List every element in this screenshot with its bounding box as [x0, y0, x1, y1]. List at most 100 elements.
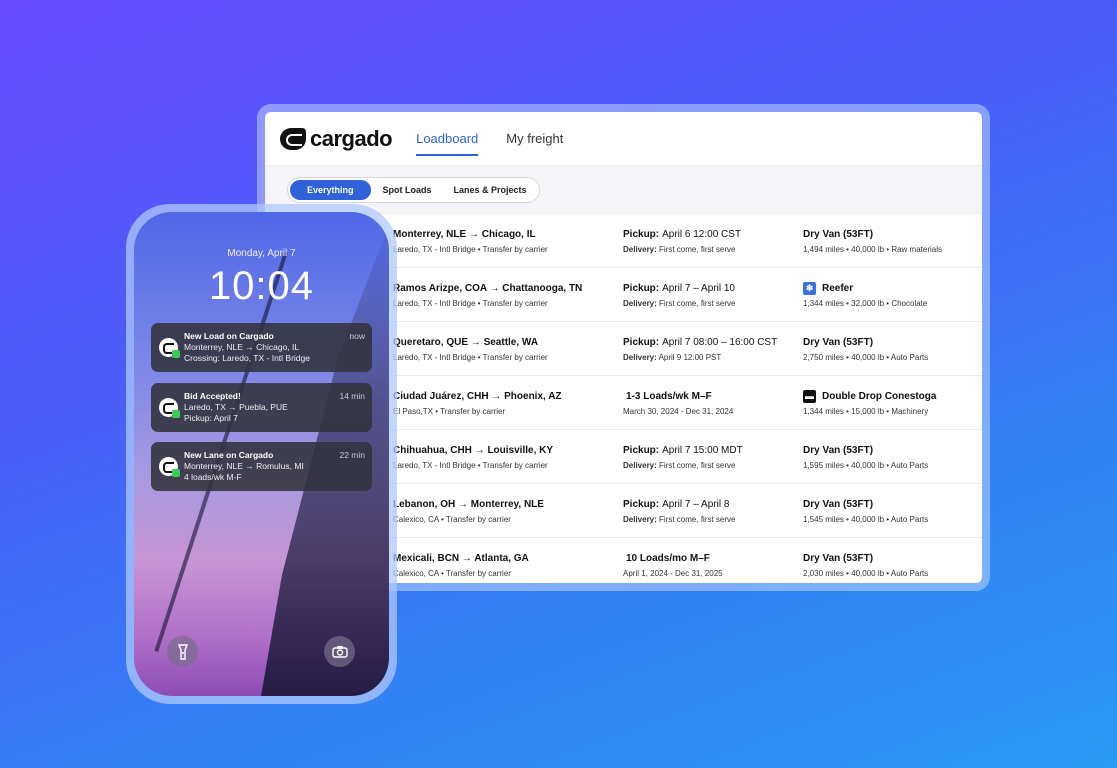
- route-column: Ciudad Juárez, CHH → Phoenix, AZ El Paso,…: [393, 389, 562, 417]
- notification-route: Monterrey, NLE → Chicago, IL: [184, 342, 300, 352]
- pickup-value: April 7 08:00 – 16:00 CST: [662, 336, 778, 348]
- pickup-value: April 7 15:00 MDT: [662, 444, 743, 456]
- schedule-column: Pickup: April 7 – April 10 Delivery: Firs…: [623, 281, 736, 309]
- route-column: Chihuahua, CHH → Louisville, KY Laredo, T…: [393, 443, 554, 471]
- load-details: 1,494 miles • 40,000 lb • Raw materials: [803, 245, 942, 254]
- route-text: Monterrey, NLE → Chicago, IL: [393, 228, 536, 240]
- notification-route: Laredo, TX → Puebla, PUE: [184, 402, 288, 412]
- equipment-type: Dry Van (53FT): [803, 552, 874, 564]
- route-text: Mexicali, BCN → Atlanta, GA: [393, 552, 529, 564]
- equipment-column: Dry Van (53FT) 2,030 miles • 40,000 lb • …: [803, 551, 929, 579]
- delivery-value: April 9 12:00 PST: [658, 353, 722, 362]
- cargado-app-icon: [159, 457, 180, 477]
- route-text: Lebanon, OH → Monterrey, NLE: [393, 498, 544, 510]
- equipment-column: Dry Van (53FT) 2,750 miles • 40,000 lb • …: [803, 335, 929, 363]
- load-details: 1,595 miles • 40,000 lb • Auto Parts: [803, 461, 929, 470]
- notification-detail: Crossing: Laredo, TX - Intl Bridge: [184, 353, 310, 363]
- schedule-column: Pickup: April 6 12:00 CST Delivery: First…: [623, 227, 741, 255]
- logo-text: cargado: [310, 125, 393, 151]
- notification-detail: Pickup: April 7: [184, 413, 238, 423]
- notification-new-load[interactable]: New Load on Cargado now Monterrey, NLE →…: [151, 323, 372, 372]
- tab-loadboard[interactable]: Loadboard: [416, 112, 479, 166]
- delivery-value: First come, first serve: [659, 299, 736, 308]
- cargado-app-icon: [159, 398, 180, 418]
- notification-time: now: [349, 331, 365, 341]
- equipment-type: Double Drop Conestoga: [822, 390, 937, 402]
- equipment-column: ❄ Reefer 1,344 miles • 32,000 lb • Chocola…: [803, 281, 927, 308]
- tab-my-freight[interactable]: My freight: [506, 112, 563, 166]
- notification-time: 14 min: [339, 391, 365, 401]
- equipment-type: Dry Van (53FT): [803, 228, 874, 240]
- notification-bid-accepted[interactable]: Bid Accepted! 14 min Laredo, TX → Puebla…: [151, 383, 372, 432]
- pickup-label: Pickup:: [623, 282, 660, 294]
- crossing-text: Calexico, CA • Transfer by carrier: [393, 515, 511, 524]
- equipment-type: Dry Van (53FT): [803, 498, 874, 510]
- delivery-value: First come, first serve: [659, 245, 736, 254]
- route-text: Chihuahua, CHH → Louisville, KY: [393, 444, 554, 456]
- delivery-value: April 1, 2024 - Dec 31, 2025: [623, 569, 723, 578]
- route-text: Ramos Arizpe, COA → Chattanooga, TN: [393, 282, 583, 294]
- load-type-filter: Everything Spot Loads Lanes & Projects: [287, 176, 540, 203]
- lock-screen-date: Monday, April 7: [227, 248, 296, 259]
- pickup-value: April 7 – April 8: [662, 498, 730, 510]
- top-bar: cargado Loadboard My freight: [265, 112, 982, 166]
- phone-lock-screen: Monday, April 7 10:04 New Load on Cargad…: [134, 212, 389, 696]
- schedule-column: 10 Loads/mo M–F April 1, 2024 - Dec 31, …: [623, 551, 723, 579]
- pickup-value: 10 Loads/mo M–F: [626, 552, 710, 564]
- pickup-value: 1-3 Loads/wk M–F: [626, 390, 712, 402]
- phone-frame: Monday, April 7 10:04 New Load on Cargad…: [126, 204, 397, 704]
- crossing-text: El Paso,TX • Transfer by carrier: [393, 407, 506, 416]
- load-details: 1,545 miles • 40,000 lb • Auto Parts: [803, 515, 929, 524]
- load-details: 1,344 miles • 15,000 lb • Machinery: [803, 407, 929, 416]
- delivery-label: Delivery:: [623, 353, 657, 362]
- route-column: Queretaro, QUE → Seattle, WA Laredo, TX -…: [393, 335, 548, 363]
- crossing-text: Laredo, TX - Intl Bridge • Transfer by c…: [393, 461, 548, 470]
- equipment-type: Dry Van (53FT): [803, 444, 874, 456]
- notification-title: New Lane on Cargado: [184, 450, 274, 460]
- notification-route: Monterrey, NLE → Romulus, MI: [184, 461, 304, 471]
- route-column: Ramos Arizpe, COA → Chattanooga, TN Lared…: [393, 281, 583, 309]
- equipment-type: Reefer: [822, 282, 854, 294]
- crossing-text: Laredo, TX - Intl Bridge • Transfer by c…: [393, 299, 548, 308]
- load-details: 2,750 miles • 40,000 lb • Auto Parts: [803, 353, 929, 362]
- equipment-column: Dry Van (53FT) 1,595 miles • 40,000 lb • …: [803, 443, 929, 471]
- delivery-label: Delivery:: [623, 515, 657, 524]
- cargado-logo-icon: [280, 127, 306, 150]
- pickup-label: Pickup:: [623, 336, 660, 348]
- notification-time: 22 min: [339, 450, 365, 460]
- notification-title: New Load on Cargado: [184, 331, 274, 341]
- pickup-label: Pickup:: [623, 228, 660, 240]
- flashlight-icon[interactable]: [167, 636, 198, 667]
- equipment-column: ▬ Double Drop Conestoga 1,344 miles • 15,0…: [803, 389, 936, 416]
- crossing-text: Calexico, CA • Transfer by carrier: [393, 569, 511, 578]
- schedule-column: Pickup: April 7 08:00 – 16:00 CST Deliver…: [623, 335, 778, 363]
- schedule-column: 1-3 Loads/wk M–F March 30, 2024 - Dec 31…: [623, 389, 734, 417]
- schedule-column: Pickup: April 7 15:00 MDT Delivery: First…: [623, 443, 743, 471]
- load-details: 2,030 miles • 40,000 lb • Auto Parts: [803, 569, 929, 578]
- delivery-value: First come, first serve: [659, 461, 736, 470]
- camera-icon[interactable]: [324, 636, 355, 667]
- cargado-logo[interactable]: cargado: [280, 125, 393, 152]
- snowflake-icon: ❄: [803, 281, 816, 295]
- delivery-label: Delivery:: [623, 299, 657, 308]
- crossing-text: Laredo, TX - Intl Bridge • Transfer by c…: [393, 353, 548, 362]
- route-text: Ciudad Juárez, CHH → Phoenix, AZ: [393, 390, 562, 402]
- equipment-column: Dry Van (53FT) 1,494 miles • 40,000 lb • …: [803, 227, 942, 255]
- pickup-label: Pickup:: [623, 498, 660, 510]
- delivery-label: Delivery:: [623, 245, 657, 254]
- filter-bar: Everything Spot Loads Lanes & Projects: [265, 166, 982, 214]
- filter-lanes-projects[interactable]: Lanes & Projects: [444, 180, 537, 200]
- equipment-type: Dry Van (53FT): [803, 336, 874, 348]
- notification-new-lane[interactable]: New Lane on Cargado 22 min Monterrey, NL…: [151, 442, 372, 491]
- delivery-value: March 30, 2024 - Dec 31, 2024: [623, 407, 734, 416]
- crossing-text: Laredo, TX - Intl Bridge • Transfer by c…: [393, 245, 548, 254]
- load-details: 1,344 miles • 32,000 lb • Chocolate: [803, 299, 928, 308]
- route-column: Monterrey, NLE → Chicago, IL Laredo, TX -…: [393, 227, 548, 255]
- filter-spot-loads[interactable]: Spot Loads: [373, 180, 442, 200]
- filter-everything[interactable]: Everything: [290, 179, 371, 200]
- delivery-value: First come, first serve: [659, 515, 736, 524]
- notification-detail: 4 loads/wk M-F: [184, 472, 242, 482]
- equipment-column: Dry Van (53FT) 1,545 miles • 40,000 lb • …: [803, 497, 929, 525]
- route-column: Lebanon, OH → Monterrey, NLE Calexico, CA…: [393, 497, 544, 525]
- cargado-app-icon: [159, 338, 180, 358]
